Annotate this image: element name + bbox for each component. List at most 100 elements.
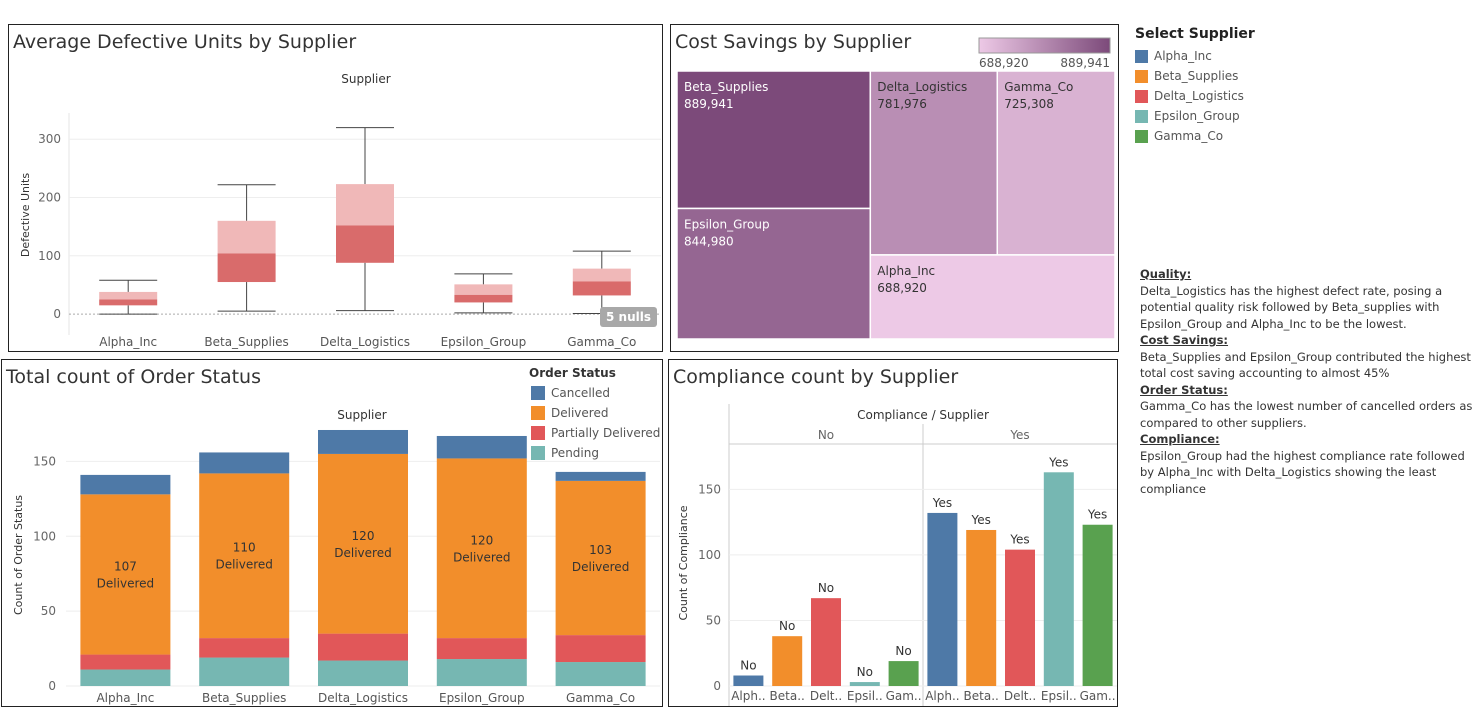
bar-partially-delivered-gamma-co: [555, 635, 646, 663]
null-badge-text: 5 nulls: [606, 310, 651, 324]
bar-yes-4: [1082, 524, 1113, 686]
order-status-chart: Supplier Count of Order Status 0 50 100 150 10…: [12, 366, 660, 705]
treemap-label: Epsilon_Group: [684, 217, 770, 231]
compliance-chart: Compliance / Supplier Count of Compliance…: [677, 404, 1117, 706]
bar-value-label: 107: [114, 559, 137, 573]
cost-savings-text: Beta_Supplies and Epsilon_Group contribu…: [1140, 349, 1471, 381]
legend-label: Delta_Logistics: [1154, 89, 1244, 103]
defective-units-panel: Average Defective Units by Supplier Supp…: [8, 24, 663, 352]
y-tick-label: 0: [713, 679, 721, 693]
order-status-legend-title: Order Status: [529, 366, 616, 380]
bar-no-4: [888, 661, 919, 686]
bar-cancelled-beta-supplies: [199, 452, 290, 474]
treemap-value: 688,920: [877, 281, 927, 295]
x-tick-label: Gamma_Co: [566, 691, 635, 705]
quality-text: Delta_Logistics has the highest defect r…: [1140, 283, 1443, 331]
legend-item-alpha-inc[interactable]: Alpha_Inc: [1135, 46, 1255, 66]
legend-item-delta-logistics[interactable]: Delta_Logistics: [1135, 86, 1255, 106]
bar-partially-delivered-alpha-inc: [80, 654, 171, 670]
bar-partially-delivered-delta-logistics: [318, 633, 408, 661]
bar-cancelled-gamma-co: [555, 471, 646, 481]
bar-label: Yes: [1087, 508, 1107, 522]
x-tick-label: Gam..: [886, 689, 922, 703]
x-tick-label: Beta_Supplies: [202, 691, 286, 705]
box-lower-epsilon-group: [454, 294, 513, 303]
bar-label: Yes: [932, 496, 952, 510]
x-tick-label: Beta_Supplies: [204, 335, 288, 349]
treemap-value: 781,976: [877, 97, 927, 111]
x-tick-label: Delt..: [810, 689, 842, 703]
compliance-panel: Compliance count by Supplier Compliance …: [668, 359, 1118, 707]
x-tick-label: Epsilon_Group: [439, 691, 525, 705]
legend-label: Beta_Supplies: [1154, 69, 1239, 83]
legend-item-beta-supplies[interactable]: Beta_Supplies: [1135, 66, 1255, 86]
bar-value-label: 103: [589, 543, 612, 557]
bar-label: Yes: [971, 513, 991, 527]
compliance-header: Compliance / Supplier: [857, 408, 989, 422]
x-tick-label: Epsil..: [847, 689, 883, 703]
y-tick-label: 150: [698, 482, 721, 496]
bar-yes-2: [1005, 549, 1035, 686]
cost-savings-chart: 688,920 889,941 Beta_Supplies 889,941 Epsilo…: [676, 37, 1116, 340]
legend-swatch-cancelled: [531, 386, 545, 400]
bar-label: No: [895, 644, 911, 658]
x-tick-label: Epsil..: [1041, 689, 1077, 703]
y-tick-label: 50: [41, 604, 56, 618]
bar-label: No: [818, 581, 834, 595]
bar-delivered-epsilon-group: [436, 458, 527, 639]
x-tick-label: Gamma_Co: [567, 335, 636, 349]
bar-pending-beta-supplies: [199, 657, 290, 686]
legend-swatch-delivered: [531, 406, 545, 420]
box-lower-delta-logistics: [336, 225, 394, 263]
cost-savings-heading: Cost Savings:: [1140, 333, 1229, 347]
bar-no-3: [849, 682, 880, 686]
insights-text: Quality: Delta_Logistics has the highest…: [1140, 266, 1478, 497]
box-upper-epsilon-group: [454, 284, 513, 295]
group-label-no: No: [818, 428, 834, 442]
bar-label: No: [857, 665, 873, 679]
x-tick-label: Delta_Logistics: [320, 335, 410, 349]
supplier-header: Supplier: [341, 72, 391, 86]
x-tick-label: Delt..: [1004, 689, 1036, 703]
legend-item-gamma-co[interactable]: Gamma_Co: [1135, 126, 1255, 146]
bar-cancelled-delta-logistics: [318, 429, 408, 454]
x-tick-label: Beta..: [770, 689, 805, 703]
legend-swatch: [1135, 69, 1148, 83]
x-tick-label: Alph..: [731, 689, 765, 703]
box-upper-delta-logistics: [336, 184, 394, 226]
color-legend-min: 688,920: [979, 56, 1029, 70]
color-legend-bar: [978, 37, 1111, 54]
y-tick-label: 100: [38, 249, 61, 263]
y-axis-label: Count of Compliance: [677, 505, 690, 620]
x-tick-label: Alpha_Inc: [99, 335, 157, 349]
bar-status-label: Delivered: [334, 546, 391, 560]
bar-partially-delivered-beta-supplies: [199, 638, 290, 658]
group-label-yes: Yes: [1009, 428, 1029, 442]
bar-value-label: 110: [233, 541, 256, 555]
legend-item-epsilon-group[interactable]: Epsilon_Group: [1135, 106, 1255, 126]
x-tick-label: Gam..: [1080, 689, 1116, 703]
quality-heading: Quality:: [1140, 267, 1192, 281]
bar-yes-0: [927, 512, 958, 686]
bar-partially-delivered-epsilon-group: [436, 638, 527, 660]
legend-label-pending: Pending: [551, 446, 599, 460]
legend-swatch-partially-delivered: [531, 426, 545, 440]
compliance-heading: Compliance:: [1140, 432, 1220, 446]
legend-swatch: [1135, 49, 1148, 63]
legend-swatch: [1135, 109, 1148, 123]
color-legend-max: 889,941: [1060, 56, 1110, 70]
supplier-legend: Select Supplier Alpha_Inc Beta_Supplies …: [1135, 26, 1255, 146]
supplier-header: Supplier: [337, 408, 387, 422]
treemap-label: Delta_Logistics: [877, 80, 967, 94]
treemap-label: Beta_Supplies: [684, 80, 768, 94]
y-tick-label: 0: [48, 679, 56, 693]
order-status-panel: Total count of Order Status Supplier Coun…: [1, 359, 663, 707]
bar-no-0: [733, 675, 764, 686]
legend-label-delivered: Delivered: [551, 406, 608, 420]
treemap-value: 725,308: [1004, 97, 1054, 111]
box-lower-beta-supplies: [217, 253, 276, 283]
x-tick-label: Alph..: [925, 689, 959, 703]
compliance-text: Epsilon_Group had the highest compliance…: [1140, 448, 1465, 496]
bar-label: No: [779, 619, 795, 633]
legend-label-cancelled: Cancelled: [551, 386, 610, 400]
